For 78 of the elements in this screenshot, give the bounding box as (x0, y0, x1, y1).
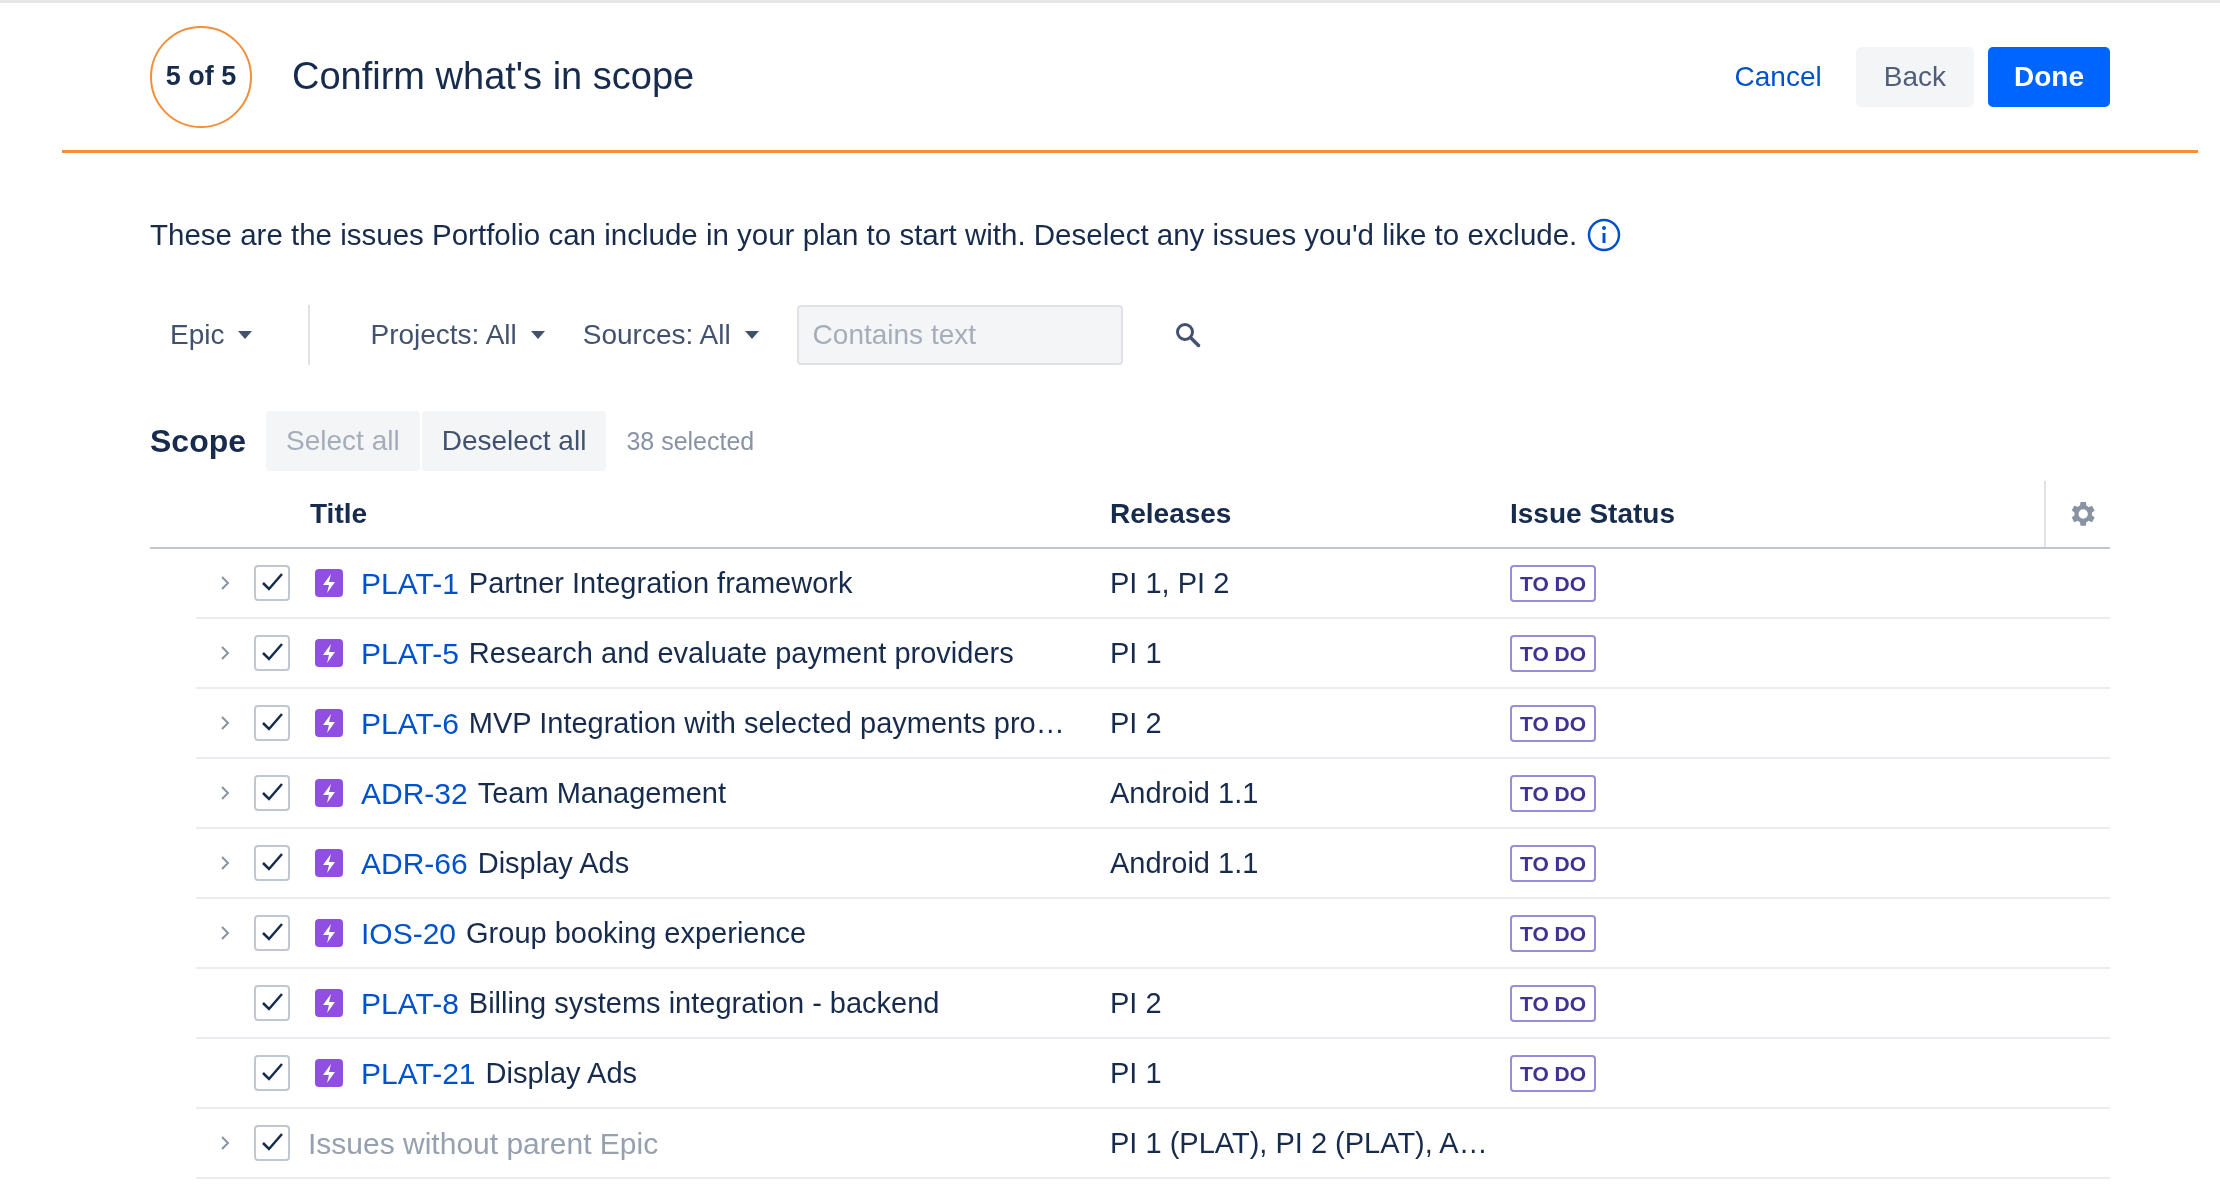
issue-key-link[interactable]: PLAT-1 (361, 560, 459, 606)
issue-title: MVP Integration with selected payments pro… (468, 705, 1065, 741)
releases-text: PI 2 (1110, 706, 1162, 739)
projects-dropdown[interactable]: Projects: All (370, 314, 545, 357)
row-checkbox[interactable] (254, 705, 290, 742)
row-checkbox[interactable] (254, 635, 290, 672)
issue-title: Display Ads (477, 845, 630, 881)
chevron-right-icon[interactable] (220, 715, 230, 732)
issue-title: Partner Integration framework (468, 565, 853, 601)
status-badge: TO DO (1510, 564, 1597, 602)
row-checkbox[interactable] (254, 845, 290, 882)
lightning-bolt-icon (315, 779, 343, 808)
search-icon[interactable] (1174, 322, 1201, 349)
status-badge: TO DO (1510, 634, 1597, 672)
releases-text: PI 1 (PLAT), PI 2 (PLAT), A… (1110, 1126, 1488, 1159)
issue-key-link[interactable]: ADR-66 (361, 840, 468, 886)
lightning-bolt-icon (315, 849, 343, 878)
releases-text: PI 1 (1110, 636, 1162, 669)
row-checkbox[interactable] (254, 985, 290, 1022)
done-button[interactable]: Done (1988, 46, 2110, 107)
group-title: Issues without parent Epic (308, 1125, 659, 1162)
releases-text: PI 1, PI 2 (1110, 566, 1230, 599)
lightning-bolt-icon (315, 709, 343, 738)
releases-text: Android 1.1 (1110, 846, 1259, 879)
chevron-right-icon[interactable] (220, 785, 230, 802)
lightning-bolt-icon (315, 989, 343, 1018)
info-icon[interactable] (1587, 218, 1622, 253)
issue-key-link[interactable]: PLAT-6 (361, 700, 459, 746)
releases-text: PI 1 (1110, 1056, 1162, 1089)
issue-key-link[interactable]: PLAT-5 (361, 630, 459, 676)
caret-icon (530, 331, 545, 340)
chevron-right-icon[interactable] (220, 855, 230, 872)
row-checkbox[interactable] (254, 1055, 290, 1092)
issue-title: Team Management (477, 775, 726, 811)
scope-action-button[interactable]: Deselect all (421, 411, 607, 472)
row-checkbox[interactable] (254, 915, 290, 952)
issue-title: Group booking experience (466, 915, 807, 951)
selection-count: 38 selected (626, 425, 755, 457)
issue-title: Display Ads (485, 1055, 638, 1091)
caret-icon (238, 331, 253, 340)
chevron-right-icon[interactable] (220, 645, 230, 662)
issue-title: Billing systems integration - backend (468, 985, 940, 1021)
status-badge: TO DO (1510, 1054, 1597, 1092)
issue-title: Research and evaluate payment providers (468, 635, 1014, 671)
issue-key-link[interactable]: PLAT-8 (361, 980, 459, 1026)
status-badge: TO DO (1510, 844, 1597, 882)
status-badge: TO DO (1510, 774, 1597, 812)
status-badge: TO DO (1510, 704, 1597, 742)
issue-key-link[interactable]: ADR-32 (361, 770, 468, 816)
caret-icon (744, 331, 759, 340)
sources-dropdown[interactable]: Sources: All (582, 314, 759, 357)
step-indicator: 5 of 5 (150, 25, 252, 128)
lightning-bolt-icon (315, 919, 343, 948)
lightning-bolt-icon (315, 1059, 343, 1088)
releases-text: Android 1.1 (1110, 776, 1259, 809)
column-header: Title (309, 497, 369, 532)
search-field[interactable]: Contains text (796, 305, 1123, 366)
releases-text: PI 2 (1110, 986, 1162, 1019)
status-badge: TO DO (1510, 914, 1597, 952)
status-badge: TO DO (1510, 984, 1597, 1022)
chevron-right-icon[interactable] (220, 575, 230, 592)
page-title: Confirm what's in scope (292, 54, 695, 99)
chevron-right-icon[interactable] (220, 925, 230, 942)
chevron-right-icon[interactable] (220, 1135, 230, 1152)
issue-key-link[interactable]: IOS-20 (361, 910, 457, 956)
row-checkbox[interactable] (254, 1125, 290, 1162)
row-checkbox[interactable] (254, 775, 290, 812)
column-header: Releases (1110, 497, 1233, 532)
back-button[interactable]: Back (1855, 46, 1974, 107)
lightning-bolt-icon (315, 639, 343, 668)
row-checkbox[interactable] (254, 565, 290, 602)
scope-heading: Scope (150, 422, 247, 462)
hierarchy-dropdown[interactable]: Epic (170, 314, 253, 357)
column-header: Issue Status (1510, 497, 1676, 532)
lightning-bolt-icon (315, 569, 343, 598)
issue-key-link[interactable]: PLAT-21 (361, 1050, 476, 1096)
description-text: These are the issues Portfolio can include in your plan to start with. Deselect any issues you'd like to exclude. (150, 217, 1578, 253)
cancel-link[interactable]: Cancel (1714, 46, 1842, 107)
